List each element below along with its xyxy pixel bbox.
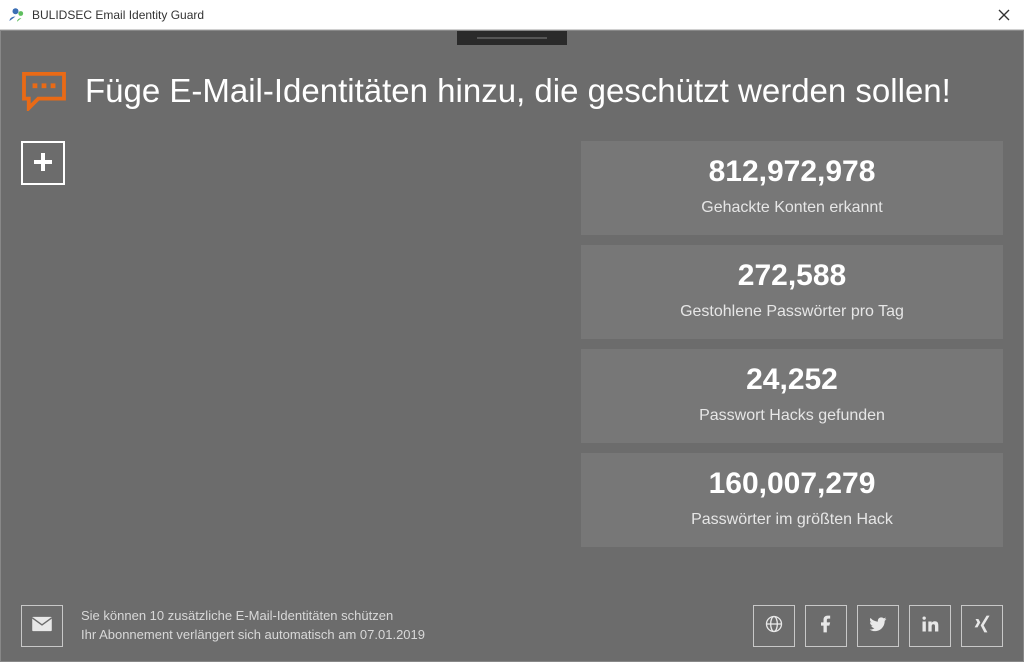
main-content: 812,972,978 Gehackte Konten erkannt 272,… (1, 141, 1023, 581)
handle-line-icon (477, 37, 547, 39)
share-web-button[interactable] (753, 605, 795, 647)
stat-card-stolen-per-day: 272,588 Gestohlene Passwörter pro Tag (581, 245, 1003, 339)
header-title: Füge E-Mail-Identitäten hinzu, die gesch… (85, 72, 951, 110)
stat-label: Gestohlene Passwörter pro Tag (591, 303, 993, 321)
stat-label: Passwörter im größten Hack (591, 511, 993, 529)
close-icon (998, 9, 1010, 21)
app-logo-icon (8, 6, 26, 24)
stat-value: 24,252 (591, 363, 993, 397)
footer: Sie können 10 zusätzliche E-Mail-Identit… (21, 605, 1003, 647)
mail-icon (31, 616, 53, 637)
mail-status-icon-box (21, 605, 63, 647)
stat-card-biggest-hack: 160,007,279 Passwörter im größten Hack (581, 453, 1003, 547)
identities-column (21, 141, 561, 581)
drag-handle[interactable] (457, 31, 567, 45)
footer-left: Sie können 10 zusätzliche E-Mail-Identit… (21, 605, 425, 647)
add-identity-button[interactable] (21, 141, 65, 185)
stat-card-hacked-accounts: 812,972,978 Gehackte Konten erkannt (581, 141, 1003, 235)
twitter-icon (868, 614, 888, 639)
title-bar: BULIDSEC Email Identity Guard (0, 0, 1024, 30)
share-linkedin-button[interactable] (909, 605, 951, 647)
facebook-icon (816, 614, 836, 639)
stat-label: Gehackte Konten erkannt (591, 199, 993, 217)
footer-line-1: Sie können 10 zusätzliche E-Mail-Identit… (81, 607, 425, 626)
speech-bubble-icon (21, 71, 67, 111)
stat-value: 272,588 (591, 259, 993, 293)
app-body: Füge E-Mail-Identitäten hinzu, die gesch… (0, 30, 1024, 662)
footer-line-2: Ihr Abonnement verlängert sich automatis… (81, 626, 425, 645)
globe-icon (764, 614, 784, 639)
share-xing-button[interactable] (961, 605, 1003, 647)
window-title: BULIDSEC Email Identity Guard (32, 8, 204, 22)
stat-value: 812,972,978 (591, 155, 993, 189)
stats-column: 812,972,978 Gehackte Konten erkannt 272,… (581, 141, 1003, 581)
header: Füge E-Mail-Identitäten hinzu, die gesch… (1, 31, 1023, 141)
social-buttons (753, 605, 1003, 647)
share-twitter-button[interactable] (857, 605, 899, 647)
footer-text: Sie können 10 zusätzliche E-Mail-Identit… (81, 607, 425, 645)
stat-value: 160,007,279 (591, 467, 993, 501)
linkedin-icon (920, 614, 940, 639)
close-button[interactable] (992, 4, 1016, 26)
plus-icon (33, 148, 53, 179)
share-facebook-button[interactable] (805, 605, 847, 647)
xing-icon (972, 614, 992, 639)
stat-label: Passwort Hacks gefunden (591, 407, 993, 425)
stat-card-password-hacks: 24,252 Passwort Hacks gefunden (581, 349, 1003, 443)
